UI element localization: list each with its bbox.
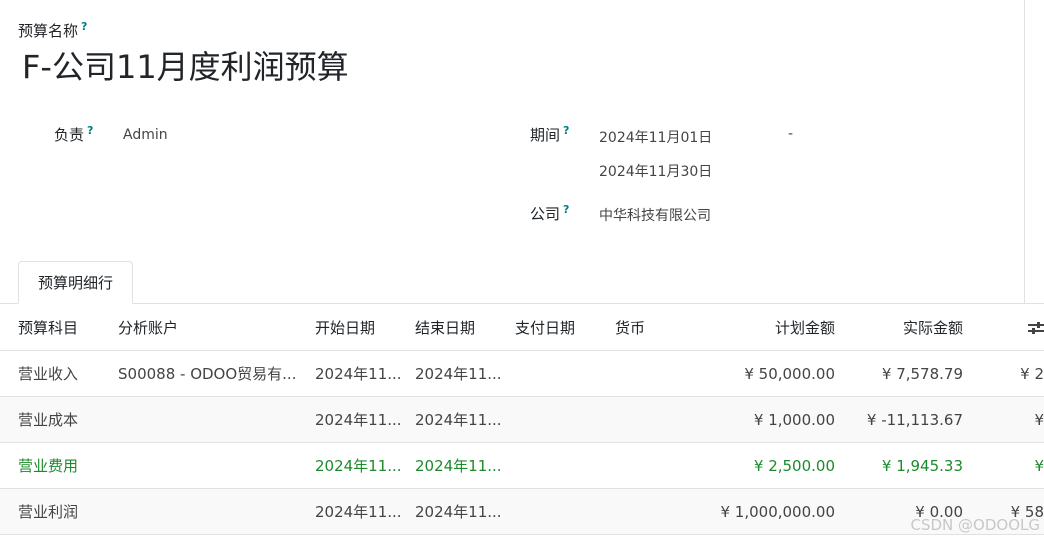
responsible-label-text: 负责 — [54, 126, 85, 144]
cell-actual[interactable]: ¥ -11,113.67 — [835, 396, 963, 443]
cell-subject[interactable]: 营业收入 — [18, 350, 118, 397]
company-label-text: 公司 — [530, 205, 561, 223]
table-row[interactable]: 营业费用 2024年11... 2024年11... ¥ 2,500.00 ¥ … — [0, 442, 1044, 489]
help-icon[interactable]: ? — [87, 124, 93, 137]
budget-name-label: 预算名称? — [18, 20, 87, 41]
col-header-subject[interactable]: 预算科目 — [18, 304, 118, 351]
col-header-end-date[interactable]: 结束日期 — [415, 304, 515, 351]
responsible-value[interactable]: Admin — [123, 127, 168, 143]
cell-account[interactable] — [118, 488, 315, 535]
cell-pay-date[interactable] — [515, 350, 615, 397]
watermark: CSDN @ODOOLG — [910, 516, 1041, 534]
period-start[interactable]: 2024年11月01日 — [599, 127, 712, 147]
cell-currency[interactable] — [615, 350, 715, 397]
cell-end-date[interactable]: 2024年11... — [415, 488, 515, 535]
cell-extra[interactable]: ¥ — [963, 442, 1044, 489]
table-header-row: 预算科目 分析账户 开始日期 结束日期 支付日期 货币 计划金额 实际金额 — [0, 304, 1044, 351]
period-separator: - — [788, 126, 794, 142]
settings-sliders-icon[interactable] — [1028, 321, 1044, 335]
form-sheet: 预算名称? F-公司11月度利润预算 负责? Admin 期间? 2024年11… — [0, 0, 1025, 304]
cell-pay-date[interactable] — [515, 442, 615, 489]
cell-account[interactable]: S00088 - ODOO贸易有... — [118, 350, 315, 397]
col-header-pay-date[interactable]: 支付日期 — [515, 304, 615, 351]
cell-end-date[interactable]: 2024年11... — [415, 350, 515, 397]
company-value[interactable]: 中华科技有限公司 — [599, 205, 711, 225]
cell-subject[interactable]: 营业成本 — [18, 396, 118, 443]
table-row[interactable]: 营业利润 2024年11... 2024年11... ¥ 1,000,000.0… — [0, 488, 1044, 535]
cell-currency[interactable] — [615, 396, 715, 443]
cell-account[interactable] — [118, 442, 315, 489]
cell-start-date[interactable]: 2024年11... — [315, 442, 415, 489]
col-header-actual[interactable]: 实际金额 — [835, 304, 963, 351]
cell-currency[interactable] — [615, 442, 715, 489]
cell-planned[interactable]: ¥ 1,000.00 — [715, 396, 835, 443]
cell-currency[interactable] — [615, 488, 715, 535]
cell-end-date[interactable]: 2024年11... — [415, 442, 515, 489]
period-label: 期间? — [530, 124, 569, 145]
budget-lines-table: 预算科目 分析账户 开始日期 结束日期 支付日期 货币 计划金额 实际金额 营业… — [0, 304, 1044, 535]
optional-columns-toggle[interactable] — [963, 304, 1044, 351]
cell-actual[interactable]: ¥ 7,578.79 — [835, 350, 963, 397]
cell-start-date[interactable]: 2024年11... — [315, 488, 415, 535]
budget-name-value[interactable]: F-公司11月度利润预算 — [22, 42, 349, 88]
cell-planned[interactable]: ¥ 50,000.00 — [715, 350, 835, 397]
cell-pay-date[interactable] — [515, 396, 615, 443]
cell-end-date[interactable]: 2024年11... — [415, 396, 515, 443]
cell-extra[interactable]: ¥ 2 — [963, 350, 1044, 397]
col-header-planned[interactable]: 计划金额 — [715, 304, 835, 351]
cell-subject[interactable]: 营业费用 — [18, 442, 118, 489]
col-header-currency[interactable]: 货币 — [615, 304, 715, 351]
budget-name-label-text: 预算名称 — [18, 22, 79, 40]
table-row[interactable]: 营业成本 2024年11... 2024年11... ¥ 1,000.00 ¥ … — [0, 396, 1044, 443]
cell-start-date[interactable]: 2024年11... — [315, 350, 415, 397]
help-icon[interactable]: ? — [81, 20, 87, 33]
cell-start-date[interactable]: 2024年11... — [315, 396, 415, 443]
cell-planned[interactable]: ¥ 1,000,000.00 — [715, 488, 835, 535]
col-header-start-date[interactable]: 开始日期 — [315, 304, 415, 351]
period-end[interactable]: 2024年11月30日 — [599, 161, 712, 181]
cell-planned[interactable]: ¥ 2,500.00 — [715, 442, 835, 489]
responsible-label: 负责? — [54, 124, 93, 145]
col-header-account[interactable]: 分析账户 — [118, 304, 315, 351]
help-icon[interactable]: ? — [563, 203, 569, 216]
table-row[interactable]: 营业收入 S00088 - ODOO贸易有... 2024年11... 2024… — [0, 350, 1044, 397]
period-label-text: 期间 — [530, 126, 561, 144]
cell-account[interactable] — [118, 396, 315, 443]
tab-budget-lines[interactable]: 预算明细行 — [18, 261, 133, 304]
help-icon[interactable]: ? — [563, 124, 569, 137]
cell-pay-date[interactable] — [515, 488, 615, 535]
cell-actual[interactable]: ¥ 1,945.33 — [835, 442, 963, 489]
cell-extra[interactable]: ¥ — [963, 396, 1044, 443]
cell-subject[interactable]: 营业利润 — [18, 488, 118, 535]
company-label: 公司? — [530, 203, 569, 224]
